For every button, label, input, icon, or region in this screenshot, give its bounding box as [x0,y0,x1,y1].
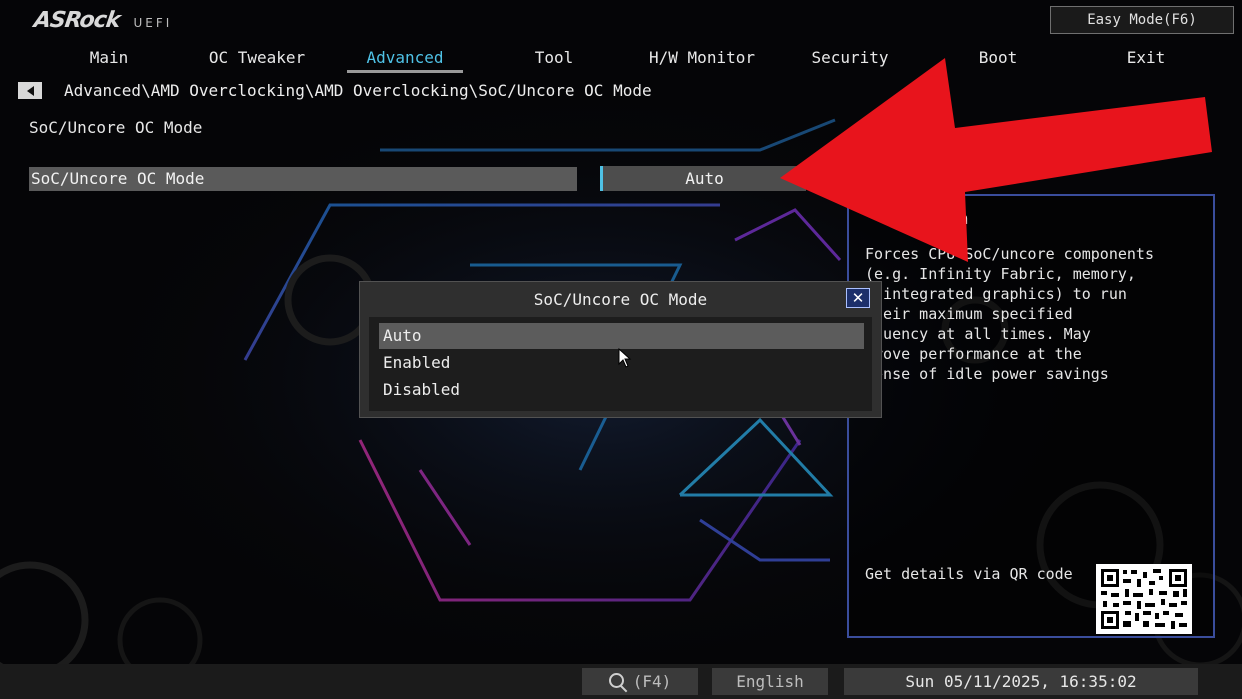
tab-security[interactable]: Security [800,48,900,67]
search-key-label: (F4) [632,672,672,691]
tab-advanced[interactable]: Advanced [347,48,463,67]
description-line: d integrated graphics) to run [865,285,1127,303]
qr-code-icon [1096,564,1192,634]
tab-exit[interactable]: Exit [1110,48,1182,67]
description-line: Forces CPU SoC/uncore components [865,245,1154,263]
tab-tool[interactable]: Tool [515,48,593,67]
description-line: equency at all times. May [865,325,1091,343]
close-icon[interactable]: ✕ [846,288,870,308]
qr-code-graphic [1099,567,1189,631]
asrock-logo: ASRock UEFI [32,8,173,33]
setting-row-value[interactable]: Auto [600,166,806,191]
back-arrow-icon [26,85,34,96]
date-time: Sun 05/11/2025, 16:35:02 [844,668,1198,695]
tab-main[interactable]: Main [70,48,148,67]
tab-boot[interactable]: Boot [960,48,1036,67]
mouse-cursor-icon [618,347,632,372]
tab-oc-tweaker[interactable]: OC Tweaker [196,48,318,67]
search-icon [608,672,628,692]
option-auto[interactable]: Auto [379,323,864,349]
breadcrumb: Advanced\AMD Overclocking\AMD Overclocki… [64,81,652,100]
tab-hw-monitor[interactable]: H/W Monitor [640,48,764,67]
popup-title: SoC/Uncore OC Mode [533,290,708,309]
language-button[interactable]: English [712,668,828,695]
active-tab-indicator [347,70,463,73]
easy-mode-button[interactable]: Easy Mode(F6) [1050,6,1234,34]
back-button[interactable] [18,82,42,99]
qr-caption: Get details via QR code [865,565,1073,583]
search-button[interactable]: (F4) [582,668,698,695]
brand-suffix: UEFI [133,16,173,30]
main-nav: Main OC Tweaker Advanced Tool H/W Monito… [0,44,1242,74]
option-disabled[interactable]: Disabled [379,377,864,403]
page-title: SoC/Uncore OC Mode [29,118,203,137]
description-text: Forces CPU SoC/uncore components (e.g. I… [865,244,1200,384]
description-line: pense of idle power savings [865,365,1109,383]
description-title: tion [930,209,969,228]
description-line: (e.g. Infinity Fabric, memory, [865,265,1136,283]
brand-name: ASRock [32,8,122,33]
setting-row-label[interactable]: SoC/Uncore OC Mode [29,167,577,191]
description-line: their maximum specified [865,305,1073,323]
description-line: prove performance at the [865,345,1082,363]
